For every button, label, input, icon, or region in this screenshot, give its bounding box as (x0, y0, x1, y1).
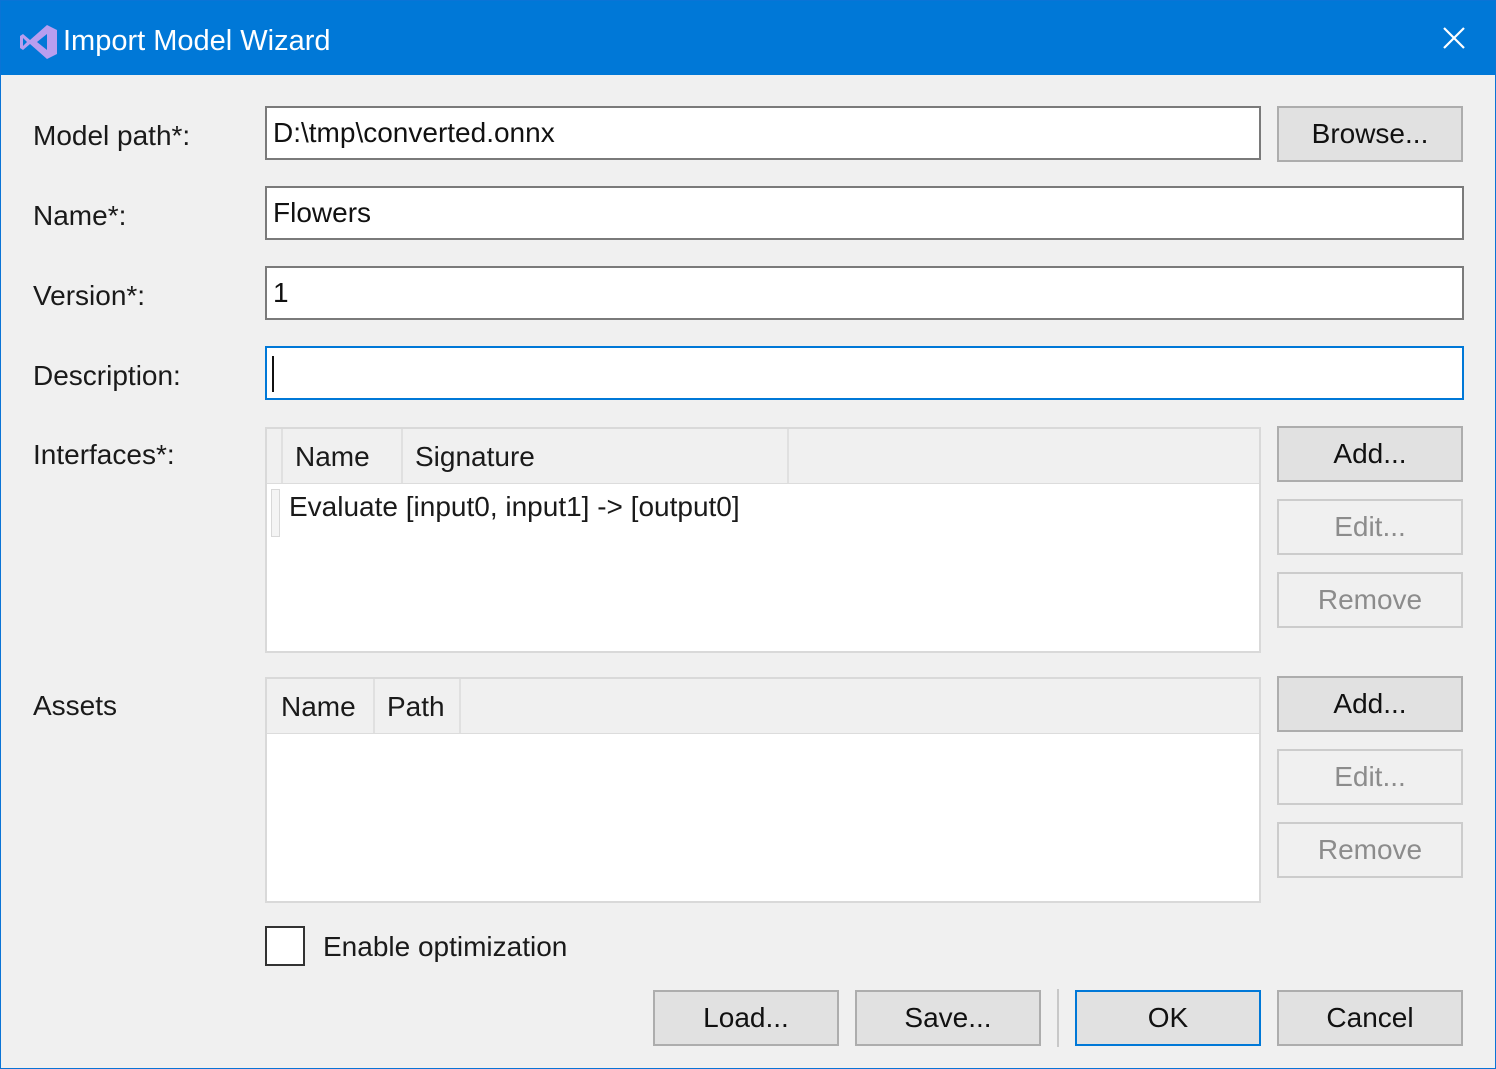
text-caret (272, 356, 274, 392)
table-row[interactable]: Evaluate [input0, input1] -> [output0] (289, 487, 740, 527)
close-button[interactable] (1413, 1, 1495, 75)
interfaces-add-button[interactable]: Add... (1277, 426, 1463, 482)
cancel-button[interactable]: Cancel (1277, 990, 1463, 1046)
import-model-wizard-window: Import Model Wizard Model path*: Browse.… (0, 0, 1496, 1069)
save-button[interactable]: Save... (855, 990, 1041, 1046)
visual-studio-icon (20, 25, 57, 59)
assets-grid[interactable]: Name Path (265, 677, 1261, 903)
assets-label: Assets (33, 690, 118, 721)
enable-optimization-checkbox[interactable] (265, 926, 305, 966)
assets-remove-button[interactable]: Remove (1277, 822, 1463, 878)
description-label: Description: (33, 360, 181, 391)
assets-column-path[interactable]: Path (387, 679, 445, 733)
version-input[interactable] (265, 266, 1464, 320)
column-separator (787, 429, 789, 483)
browse-button[interactable]: Browse... (1277, 106, 1463, 162)
footer-divider (1057, 989, 1059, 1047)
assets-grid-header: Name Path (267, 679, 1259, 734)
interfaces-grid-header: Name Signature (267, 429, 1259, 484)
description-input[interactable] (265, 346, 1464, 400)
column-separator (281, 429, 283, 483)
model-path-input[interactable] (265, 106, 1261, 160)
interfaces-remove-button[interactable]: Remove (1277, 572, 1463, 628)
interfaces-edit-button[interactable]: Edit... (1277, 499, 1463, 555)
assets-edit-button[interactable]: Edit... (1277, 749, 1463, 805)
ok-button[interactable]: OK (1075, 990, 1261, 1046)
interfaces-column-name[interactable]: Name (295, 429, 370, 483)
assets-add-button[interactable]: Add... (1277, 676, 1463, 732)
close-icon (1443, 27, 1465, 49)
enable-optimization-label[interactable]: Enable optimization (323, 927, 567, 967)
model-path-label: Model path*: (33, 120, 191, 151)
window-title: Import Model Wizard (63, 25, 331, 57)
interfaces-column-signature[interactable]: Signature (415, 429, 535, 483)
interfaces-label: Interfaces*: (33, 439, 175, 470)
interfaces-grid[interactable]: Name Signature Evaluate [input0, input1]… (265, 427, 1261, 653)
interface-name-cell: Evaluate (289, 491, 406, 522)
column-separator (401, 429, 403, 483)
title-bar: Import Model Wizard (1, 1, 1495, 75)
interface-signature-cell: [input0, input1] -> [output0] (405, 491, 740, 522)
name-input[interactable] (265, 186, 1464, 240)
name-label: Name*: (33, 200, 127, 231)
assets-column-name[interactable]: Name (281, 679, 356, 733)
column-separator (373, 679, 375, 733)
column-separator (459, 679, 461, 733)
row-handle[interactable] (271, 489, 280, 537)
version-label: Version*: (33, 280, 146, 311)
load-button[interactable]: Load... (653, 990, 839, 1046)
